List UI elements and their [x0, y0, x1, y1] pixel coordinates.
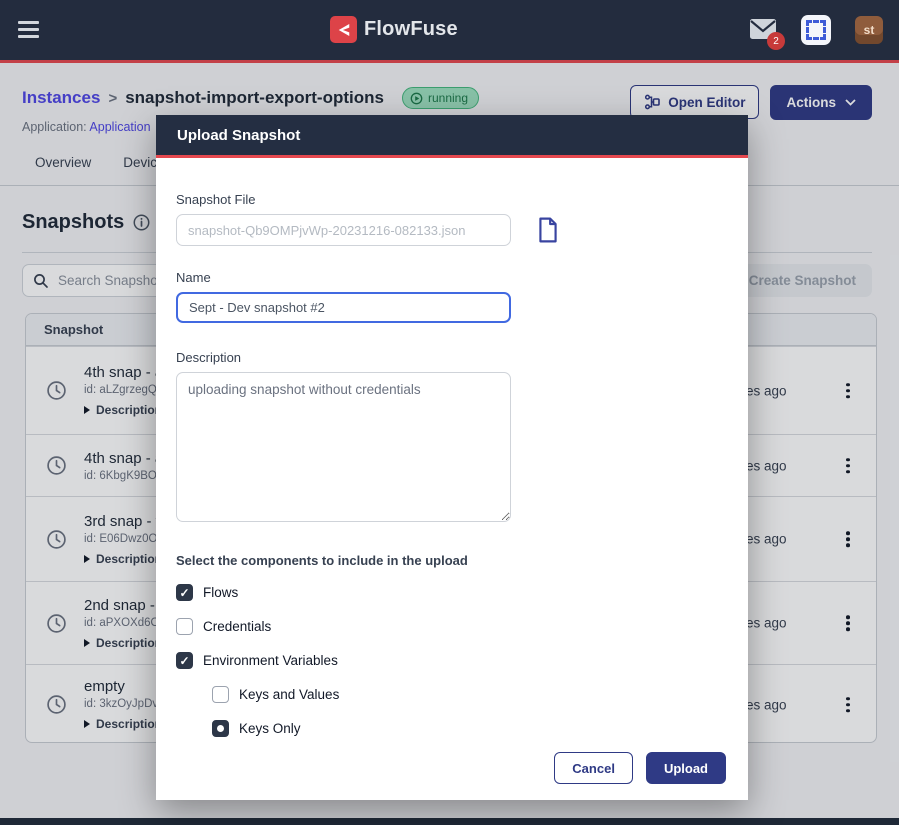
hamburger-menu-icon[interactable]: [18, 21, 39, 43]
description-textarea[interactable]: uploading snapshot without credentials: [176, 372, 511, 522]
choose-file-icon[interactable]: [537, 217, 559, 243]
snapshot-file-label: Snapshot File: [176, 192, 728, 207]
keys-and-values-label: Keys and Values: [239, 687, 339, 702]
upload-button[interactable]: Upload: [646, 752, 726, 784]
keys-and-values-checkbox[interactable]: [212, 686, 229, 703]
brand-name: FlowFuse: [364, 18, 458, 41]
components-label: Select the components to include in the …: [176, 553, 728, 568]
credentials-label: Credentials: [203, 619, 271, 634]
keys-only-label: Keys Only: [239, 721, 301, 736]
description-label: Description: [176, 350, 728, 365]
user-avatar[interactable]: st: [855, 16, 883, 44]
environment-variables-label: Environment Variables: [203, 653, 338, 668]
flows-checkbox[interactable]: [176, 584, 193, 601]
upload-snapshot-dialog: Upload Snapshot Snapshot File Name Descr…: [156, 115, 748, 800]
top-navbar: FlowFuse 2 st: [0, 0, 899, 60]
brand-logo: FlowFuse: [330, 16, 458, 43]
snapshot-file-input: [176, 214, 511, 246]
credentials-checkbox[interactable]: [176, 618, 193, 635]
dialog-header: Upload Snapshot: [156, 115, 748, 158]
notification-count-badge: 2: [767, 32, 785, 50]
team-avatar-icon[interactable]: [801, 15, 831, 45]
flowfuse-logo-icon: [330, 16, 357, 43]
flows-label: Flows: [203, 585, 238, 600]
name-input[interactable]: [176, 292, 511, 323]
environment-variables-checkbox[interactable]: [176, 652, 193, 669]
cancel-button[interactable]: Cancel: [554, 752, 633, 784]
name-label: Name: [176, 270, 728, 285]
notifications-mail-icon[interactable]: 2: [749, 18, 777, 42]
dialog-title: Upload Snapshot: [177, 127, 300, 144]
bottom-edge: [0, 818, 899, 825]
keys-only-radio[interactable]: [212, 720, 229, 737]
